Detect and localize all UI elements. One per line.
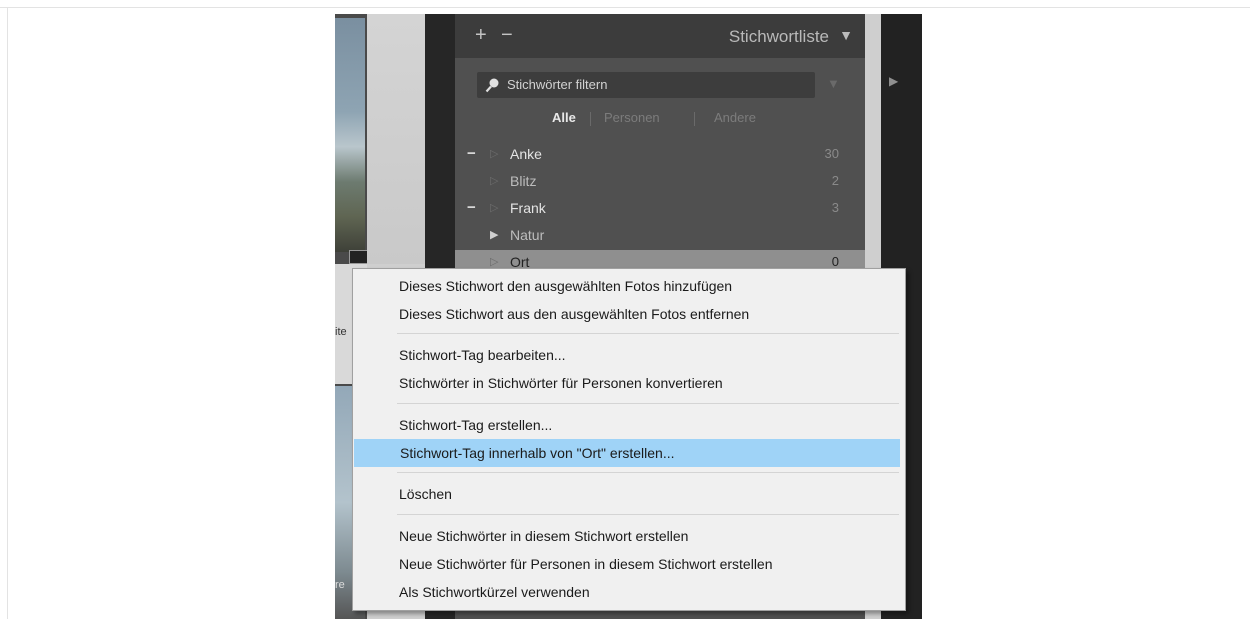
menu-item-create-keyword-inside[interactable]: Stichwort-Tag innerhalb von "Ort" erstel… <box>354 439 900 467</box>
tab-andere[interactable]: Andere <box>714 110 756 125</box>
tab-divider <box>694 112 695 126</box>
expand-panel-arrow-icon[interactable]: ▶ <box>889 74 898 88</box>
keyword-tabs: Alle Personen Andere <box>455 110 865 130</box>
keyword-filter-input[interactable]: Stichwörter filtern <box>477 72 815 98</box>
menu-item-convert-to-persons[interactable]: Stichwörter in Stichwörter für Personen … <box>353 369 905 397</box>
menu-item-label: Dieses Stichwort den ausgewählten Fotos … <box>399 278 733 294</box>
side-label: re <box>335 579 345 591</box>
menu-item-remove-keyword[interactable]: Dieses Stichwort aus den ausgewählten Fo… <box>353 300 905 328</box>
menu-item-label: Als Stichwortkürzel verwenden <box>399 584 590 600</box>
menu-item-use-as-shortcut[interactable]: Als Stichwortkürzel verwenden <box>353 578 905 606</box>
tab-divider <box>590 112 591 126</box>
remove-keyword-button[interactable]: − <box>501 24 513 47</box>
menu-item-label: Stichwörter in Stichwörter für Personen … <box>399 375 723 391</box>
keyword-count: 30 <box>824 146 839 161</box>
photo-thumbnail[interactable] <box>335 18 365 252</box>
panel-header: + − Stichwortliste ▼ <box>455 14 865 58</box>
keyword-row-natur[interactable]: ▶ Natur <box>455 223 865 249</box>
menu-item-label: Dieses Stichwort aus den ausgewählten Fo… <box>399 306 750 322</box>
menu-item-label: Neue Stichwörter für Personen in diesem … <box>399 556 773 572</box>
keyword-row-blitz[interactable]: ▷ Blitz 2 <box>455 169 865 195</box>
menu-item-edit-keyword[interactable]: Stichwort-Tag bearbeiten... <box>353 341 905 369</box>
context-menu: Dieses Stichwort den ausgewählten Fotos … <box>352 268 906 611</box>
menu-item-label: Stichwort-Tag bearbeiten... <box>399 347 566 363</box>
search-icon <box>485 78 499 93</box>
menu-item-label: Stichwort-Tag erstellen... <box>399 417 553 433</box>
keyword-count: 3 <box>831 200 839 215</box>
keyword-label: Frank <box>510 200 546 216</box>
menu-item-label: Stichwort-Tag innerhalb von "Ort" erstel… <box>400 445 675 461</box>
frame-border-top <box>0 7 1250 8</box>
tab-personen[interactable]: Personen <box>604 110 660 125</box>
panel-title[interactable]: Stichwortliste <box>729 27 829 47</box>
menu-item-new-person-keywords-inside[interactable]: Neue Stichwörter für Personen in diesem … <box>353 550 905 578</box>
tab-alle[interactable]: Alle <box>552 110 576 125</box>
menu-item-create-keyword[interactable]: Stichwort-Tag erstellen... <box>353 411 905 439</box>
frame-border-left <box>7 7 8 619</box>
filter-placeholder: Stichwörter filtern <box>507 77 608 92</box>
checked-marker-icon: − <box>467 145 476 162</box>
thumbnail-badge-icon <box>349 250 369 264</box>
menu-item-new-keywords-inside[interactable]: Neue Stichwörter in diesem Stichwort ers… <box>353 522 905 550</box>
menu-separator <box>397 403 899 404</box>
expand-arrow-icon[interactable]: ▷ <box>490 201 498 214</box>
keyword-count: 0 <box>831 254 839 269</box>
side-label: ite <box>335 326 347 338</box>
menu-separator <box>397 333 899 334</box>
keyword-row-anke[interactable]: − ▷ Anke 30 <box>455 142 865 168</box>
filter-dropdown-icon[interactable]: ▼ <box>827 76 840 91</box>
menu-item-delete[interactable]: Löschen <box>353 480 905 508</box>
keyword-label: Anke <box>510 146 542 162</box>
keyword-label: Blitz <box>510 173 537 189</box>
expand-arrow-icon[interactable]: ▶ <box>490 228 498 241</box>
expand-arrow-icon[interactable]: ▷ <box>490 255 498 268</box>
menu-separator <box>397 472 899 473</box>
checked-marker-icon: − <box>467 199 476 216</box>
menu-item-label: Neue Stichwörter in diesem Stichwort ers… <box>399 528 689 544</box>
keyword-row-frank[interactable]: − ▷ Frank 3 <box>455 196 865 222</box>
keyword-label: Natur <box>510 227 545 243</box>
collapse-arrow-icon[interactable]: ▼ <box>839 27 853 43</box>
keyword-count: 2 <box>831 173 839 188</box>
add-keyword-button[interactable]: + <box>475 24 487 47</box>
menu-separator <box>397 514 899 515</box>
menu-item-label: Löschen <box>399 486 452 502</box>
expand-arrow-icon[interactable]: ▷ <box>490 174 498 187</box>
menu-item-add-keyword[interactable]: Dieses Stichwort den ausgewählten Fotos … <box>353 272 905 300</box>
expand-arrow-icon[interactable]: ▷ <box>490 147 498 160</box>
